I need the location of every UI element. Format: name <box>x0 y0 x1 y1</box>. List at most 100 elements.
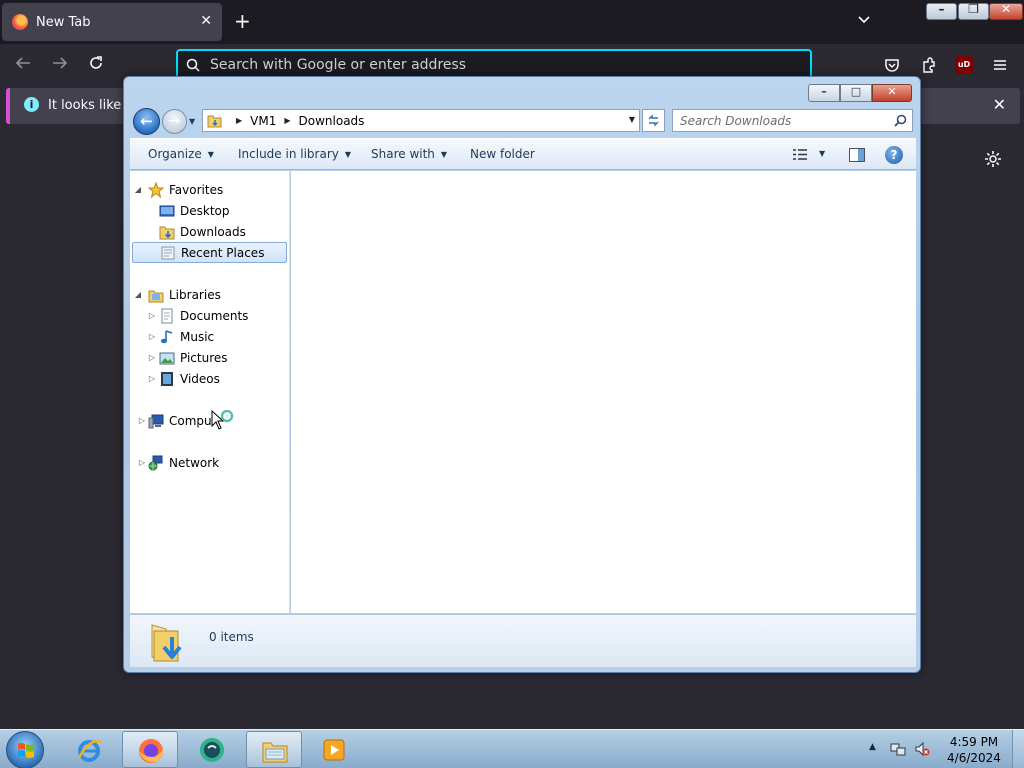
internet-explorer-icon <box>77 740 102 762</box>
command-bar: Organize ▼ Include in library ▼ Share with… <box>130 138 916 170</box>
nav-label: Network <box>169 455 220 470</box>
nav-recent-places[interactable]: Recent Places <box>132 242 287 263</box>
new-tab-button[interactable]: + <box>234 10 251 32</box>
search-input[interactable] <box>680 113 880 128</box>
nav-videos[interactable]: ▷ Videos <box>130 368 288 389</box>
maximize-button[interactable]: □ <box>840 84 872 102</box>
breadcrumb-downloads[interactable]: Downloads <box>299 114 365 128</box>
taskbar-chat-app[interactable] <box>184 731 240 768</box>
music-icon <box>161 329 173 343</box>
nav-label: Music <box>180 329 215 344</box>
nav-label: Recent Places <box>181 245 265 260</box>
collapsed-arrow-icon[interactable]: ▷ <box>137 416 147 425</box>
collapsed-arrow-icon[interactable]: ▷ <box>147 374 157 383</box>
nav-documents[interactable]: ▷ Documents <box>130 305 288 326</box>
taskbar: ▲ 4:59 PM 4/6/2024 <box>0 729 1024 768</box>
nav-favorites[interactable]: ◢ Favorites <box>130 179 288 200</box>
nav-pictures[interactable]: ▷ Pictures <box>130 347 288 368</box>
documents-icon <box>161 308 173 323</box>
refresh-icon <box>648 114 659 127</box>
tab-new-tab[interactable]: New Tab ✕ <box>2 3 222 41</box>
nav-computer[interactable]: ▷ Compu <box>130 410 288 431</box>
collapsed-arrow-icon[interactable]: ▷ <box>147 311 157 320</box>
view-options-dropdown[interactable]: ▼ <box>819 149 825 158</box>
search-box[interactable] <box>672 109 913 132</box>
new-folder-button[interactable]: New folder <box>470 147 535 161</box>
nav-label: Desktop <box>180 203 230 218</box>
change-view-icon[interactable] <box>793 149 807 160</box>
taskbar-windows-explorer[interactable] <box>246 731 302 768</box>
back-arrow-icon[interactable] <box>14 54 32 72</box>
start-button[interactable] <box>6 731 44 768</box>
downloads-folder-icon <box>151 624 182 662</box>
collapsed-arrow-icon[interactable]: ▷ <box>147 332 157 341</box>
recent-pages-dropdown[interactable]: ▼ <box>189 117 195 126</box>
nav-music[interactable]: ▷ Music <box>130 326 288 347</box>
nav-network[interactable]: ▷ Network <box>130 452 288 473</box>
explorer-window: – □ ✕ ← → ▼ ▶ VM1 ▶ Downloads ▼ Organize… <box>123 76 921 673</box>
close-button[interactable]: ✕ <box>872 84 912 102</box>
collapsed-arrow-icon[interactable]: ▷ <box>147 353 157 362</box>
file-list-area[interactable] <box>291 171 916 613</box>
expanded-arrow-icon[interactable]: ◢ <box>133 185 143 194</box>
firefox-icon <box>139 739 163 763</box>
address-dropdown-icon[interactable]: ▼ <box>629 115 635 124</box>
clock-date: 4/6/2024 <box>947 751 1001 765</box>
url-input[interactable] <box>210 57 770 73</box>
ublock-icon[interactable]: uD <box>955 56 973 74</box>
forward-button[interactable]: → <box>162 109 187 134</box>
close-tab-button[interactable]: ✕ <box>200 13 212 29</box>
close-notification-button[interactable]: ✕ <box>993 95 1006 114</box>
help-icon[interactable]: ? <box>885 146 903 164</box>
back-button[interactable]: ← <box>133 108 160 135</box>
expanded-arrow-icon[interactable]: ◢ <box>133 290 143 299</box>
nav-label: Compu <box>169 413 212 428</box>
chevron-down-icon[interactable] <box>856 12 872 28</box>
browser-tab-bar: New Tab ✕ + – ❐ ✕ <box>0 0 1024 44</box>
nav-label: Libraries <box>169 287 221 302</box>
collapsed-arrow-icon[interactable]: ▷ <box>137 458 147 467</box>
pocket-icon[interactable] <box>883 56 901 74</box>
minimize-button[interactable]: – <box>926 2 957 20</box>
hamburger-menu-icon[interactable] <box>991 56 1009 74</box>
address-bar[interactable]: ▶ VM1 ▶ Downloads ▼ <box>202 109 640 132</box>
recent-places-icon <box>161 246 175 259</box>
chevron-down-icon: ▼ <box>344 149 352 159</box>
firefox-icon <box>12 14 28 30</box>
reload-icon[interactable] <box>87 54 105 72</box>
nav-label: Downloads <box>180 224 246 239</box>
desktop-icon <box>159 205 175 216</box>
close-window-button[interactable]: ✕ <box>989 2 1023 20</box>
preview-pane-icon[interactable] <box>849 148 865 162</box>
downloads-folder-icon <box>159 226 175 239</box>
info-icon: i <box>24 97 39 112</box>
show-hidden-icons-button[interactable]: ▲ <box>869 742 876 752</box>
details-pane: 0 items <box>130 614 916 667</box>
extensions-icon[interactable] <box>920 56 938 74</box>
breadcrumb-separator[interactable]: ▶ <box>284 116 290 125</box>
forward-arrow-icon[interactable] <box>51 54 69 72</box>
include-in-library-button[interactable]: Include in library ▼ <box>238 147 351 161</box>
organize-button[interactable]: Organize ▼ <box>148 147 214 161</box>
nav-label: Documents <box>180 308 249 323</box>
refresh-button[interactable] <box>642 109 665 132</box>
search-icon[interactable] <box>894 114 907 127</box>
taskbar-internet-explorer[interactable] <box>61 731 117 768</box>
share-with-button[interactable]: Share with ▼ <box>371 147 447 161</box>
computer-icon <box>148 414 164 428</box>
system-clock[interactable]: 4:59 PM 4/6/2024 <box>944 734 1004 766</box>
restore-button[interactable]: ❐ <box>958 2 989 20</box>
media-player-icon <box>323 739 345 761</box>
show-desktop-button[interactable] <box>1012 730 1024 768</box>
minimize-button[interactable]: – <box>808 84 840 102</box>
taskbar-firefox[interactable] <box>122 731 178 768</box>
nav-downloads[interactable]: Downloads <box>130 221 288 242</box>
gear-icon[interactable] <box>984 150 1002 168</box>
volume-muted-icon[interactable] <box>914 741 930 757</box>
breadcrumb-separator[interactable]: ▶ <box>236 116 242 125</box>
nav-desktop[interactable]: Desktop <box>130 200 288 221</box>
network-tray-icon[interactable] <box>890 741 906 757</box>
breadcrumb-vm1[interactable]: VM1 <box>250 114 276 128</box>
nav-libraries[interactable]: ◢ Libraries <box>130 284 288 305</box>
taskbar-media-player[interactable] <box>307 731 363 768</box>
